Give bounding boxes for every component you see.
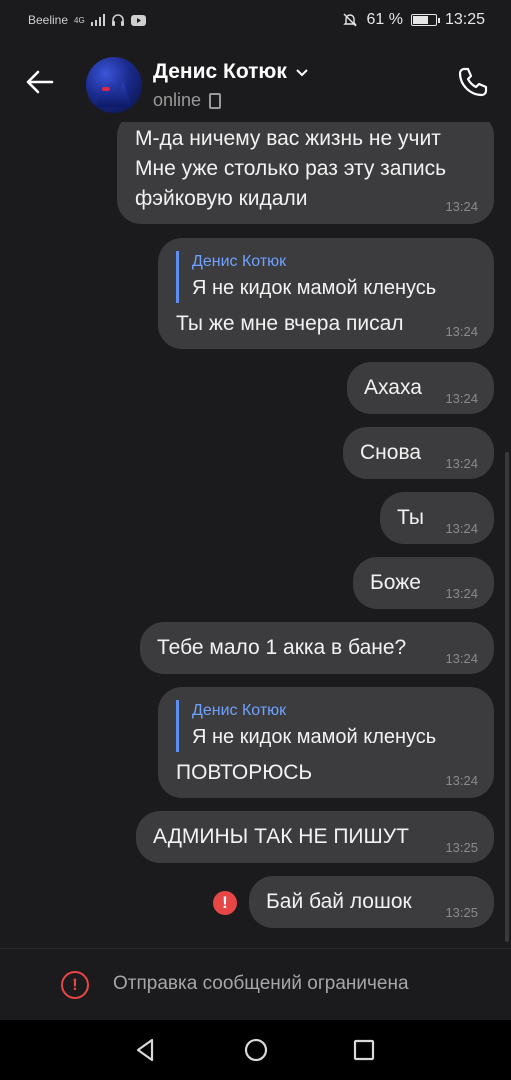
chevron-down-icon: [296, 69, 308, 77]
message-bubble[interactable]: Боже 13:24: [353, 557, 494, 609]
reply-text: Я не кидок мамой кленусь: [192, 726, 437, 748]
message-time: 13:25: [445, 840, 478, 855]
message-bubble[interactable]: Тебе мало 1 акка в бане? 13:24: [140, 622, 494, 674]
reply-quote[interactable]: Денис Котюк Я не кидок мамой кленусь: [176, 251, 476, 303]
network-label: 4G: [74, 15, 85, 25]
reply-author: Денис Котюк: [192, 253, 287, 270]
message-bubble[interactable]: Денис Котюк Я не кидок мамой кленусь ПОВ…: [158, 687, 494, 798]
message-time: 13:24: [445, 651, 478, 666]
warning-icon: !: [61, 971, 89, 999]
message-bubble[interactable]: М-да ничему вас жизнь не учит Мне уже ст…: [117, 122, 494, 224]
contact-name-row[interactable]: Денис Котюк: [153, 60, 309, 84]
message-text: ПОВТОРЮСЬ: [176, 761, 313, 784]
restriction-text: Отправка сообщений ограничена: [113, 973, 409, 994]
call-icon[interactable]: [455, 64, 491, 100]
system-nav-bar: [0, 1020, 511, 1080]
phone-icon: [209, 92, 222, 109]
message-time: 13:24: [445, 586, 478, 601]
message-bubble[interactable]: АДМИНЫ ТАК НЕ ПИШУТ 13:25: [136, 811, 494, 863]
battery-icon: [410, 14, 440, 26]
message-text-line: М-да ничему вас жизнь не учит: [135, 127, 441, 150]
message-text-line: Мне уже столько раз эту запись: [135, 157, 447, 180]
status-right: 61 % 13:25: [342, 11, 485, 29]
error-icon[interactable]: !: [213, 891, 237, 915]
scrollbar[interactable]: [505, 452, 509, 942]
headphones-icon: [111, 14, 124, 26]
nav-back-icon[interactable]: [130, 1034, 162, 1066]
message-time: 13:25: [445, 905, 478, 920]
avatar[interactable]: [86, 57, 142, 113]
message-bubble[interactable]: Снова 13:24: [343, 427, 494, 479]
message-time: 13:24: [445, 391, 478, 406]
nav-home-icon[interactable]: [240, 1034, 272, 1066]
message-text-line: фэйковую кидали: [135, 187, 308, 210]
nav-recents-icon[interactable]: [348, 1034, 380, 1066]
youtube-icon: [130, 14, 146, 26]
message-time: 13:24: [445, 521, 478, 536]
message-bubble[interactable]: Ты 13:24: [380, 492, 494, 544]
message-list[interactable]: М-да ничему вас жизнь не учит Мне уже ст…: [0, 122, 511, 948]
avatar-hair-shape: [96, 77, 132, 107]
battery-percent: 61 %: [366, 11, 403, 28]
contact-name: Денис Котюк: [153, 60, 287, 83]
avatar-eye-shape: [102, 87, 110, 91]
message-text: АДМИНЫ ТАК НЕ ПИШУТ: [153, 825, 409, 848]
message-time: 13:24: [445, 456, 478, 471]
message-text: Ты же мне вчера писал: [176, 312, 404, 335]
message-time: 13:24: [445, 324, 478, 339]
status-left: Beeline 4G: [28, 13, 146, 27]
clock: 13:25: [444, 11, 485, 28]
message-text: Тебе мало 1 акка в бане?: [157, 636, 407, 659]
message-bubble[interactable]: Ахаха 13:24: [347, 362, 494, 414]
chat-header: Денис Котюк online: [0, 44, 511, 122]
reply-quote[interactable]: Денис Котюк Я не кидок мамой кленусь: [176, 700, 476, 752]
messaging-restricted-bar: ! Отправка сообщений ограничена: [0, 948, 511, 1021]
signal-icon: [90, 14, 105, 26]
reply-author: Денис Котюк: [192, 702, 287, 719]
status-bar: Beeline 4G 61 % 13:25: [0, 0, 511, 44]
back-arrow-icon[interactable]: [22, 64, 58, 100]
message-time: 13:24: [445, 773, 478, 788]
contact-status-row: online: [153, 90, 222, 111]
reply-text: Я не кидок мамой кленусь: [192, 277, 437, 299]
message-bubble[interactable]: Бай бай лошок 13:25: [249, 876, 494, 928]
mute-bell-icon: [343, 13, 358, 27]
contact-status: online: [153, 90, 202, 110]
carrier-label: Beeline: [28, 13, 69, 27]
message-time: 13:24: [445, 199, 478, 214]
message-bubble[interactable]: Денис Котюк Я не кидок мамой кленусь Ты …: [158, 238, 494, 349]
